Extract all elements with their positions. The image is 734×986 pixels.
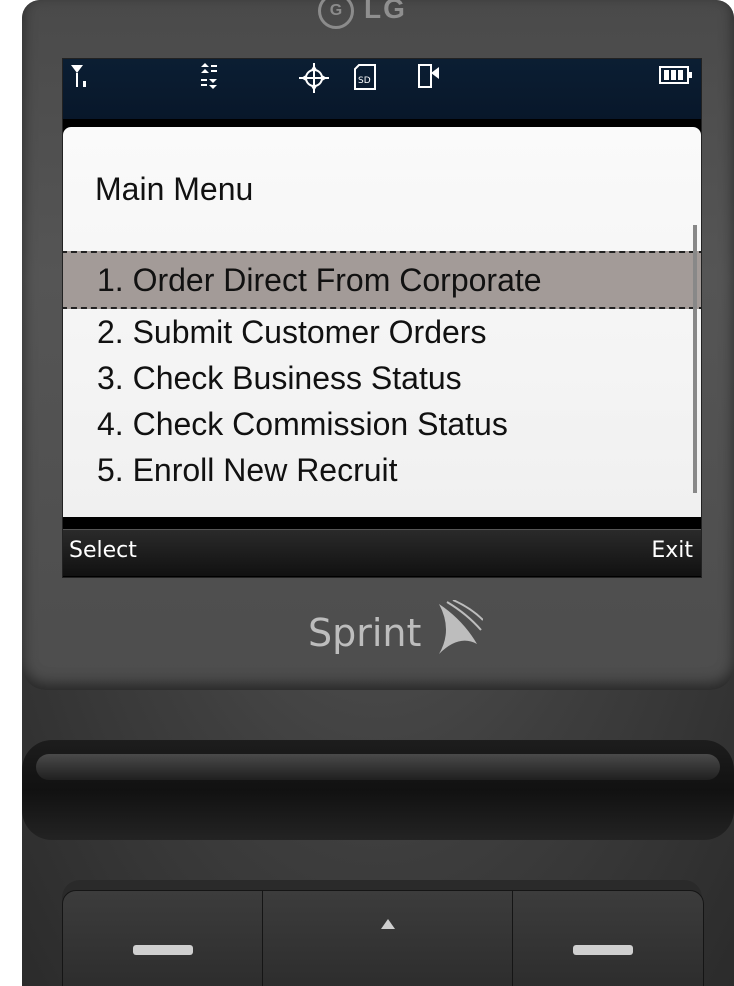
- menu-item-order-direct-from-corporate[interactable]: 1. Order Direct From Corporate: [63, 251, 701, 309]
- carrier-label: Sprint: [308, 610, 422, 655]
- data-activity-icon: [197, 63, 221, 96]
- phone-body: G LG SD Main Menu 1. Order Direct From C…: [22, 0, 734, 986]
- dash-icon: [573, 945, 633, 955]
- scrollbar[interactable]: [693, 225, 697, 493]
- menu-content: Main Menu 1. Order Direct From Corporate…: [63, 127, 701, 517]
- exit-softkey[interactable]: Exit: [651, 538, 693, 563]
- sprint-swoosh-icon: [433, 599, 485, 665]
- menu-item-submit-customer-orders[interactable]: 2. Submit Customer Orders: [63, 309, 701, 355]
- sprint-logo: Sprint: [308, 599, 485, 665]
- keypad: [62, 880, 704, 986]
- gps-icon: [299, 63, 329, 100]
- sd-card-icon: SD: [353, 63, 377, 98]
- nav-up-button[interactable]: [262, 890, 514, 986]
- page-title: Main Menu: [95, 171, 254, 207]
- lg-logo: G LG: [318, 0, 407, 34]
- phone-screen: SD Main Menu 1. Order Direct From Corpor…: [62, 58, 702, 578]
- dash-icon: [133, 945, 193, 955]
- menu-item-check-commission-status[interactable]: 4. Check Commission Status: [63, 401, 701, 447]
- status-bar: SD: [63, 59, 701, 119]
- menu-list: 1. Order Direct From Corporate 2. Submit…: [63, 251, 701, 493]
- menu-item-enroll-new-recruit[interactable]: 5. Enroll New Recruit: [63, 447, 701, 493]
- battery-icon: [659, 63, 693, 94]
- lg-emblem-icon: G: [318, 0, 354, 29]
- arrow-up-icon: [381, 919, 395, 929]
- upper-bezel: G LG SD Main Menu 1. Order Direct From C…: [22, 0, 734, 690]
- hinge-rail: [36, 754, 720, 780]
- signal-icon: [69, 63, 97, 96]
- left-softkey-button[interactable]: [62, 890, 264, 986]
- message-icon: [417, 63, 443, 98]
- right-softkey-button[interactable]: [512, 890, 704, 986]
- softkey-bar: Select Exit: [63, 529, 701, 576]
- manufacturer-label: LG: [364, 0, 407, 24]
- select-softkey[interactable]: Select: [69, 538, 137, 563]
- menu-item-check-business-status[interactable]: 3. Check Business Status: [63, 355, 701, 401]
- svg-text:SD: SD: [358, 76, 371, 86]
